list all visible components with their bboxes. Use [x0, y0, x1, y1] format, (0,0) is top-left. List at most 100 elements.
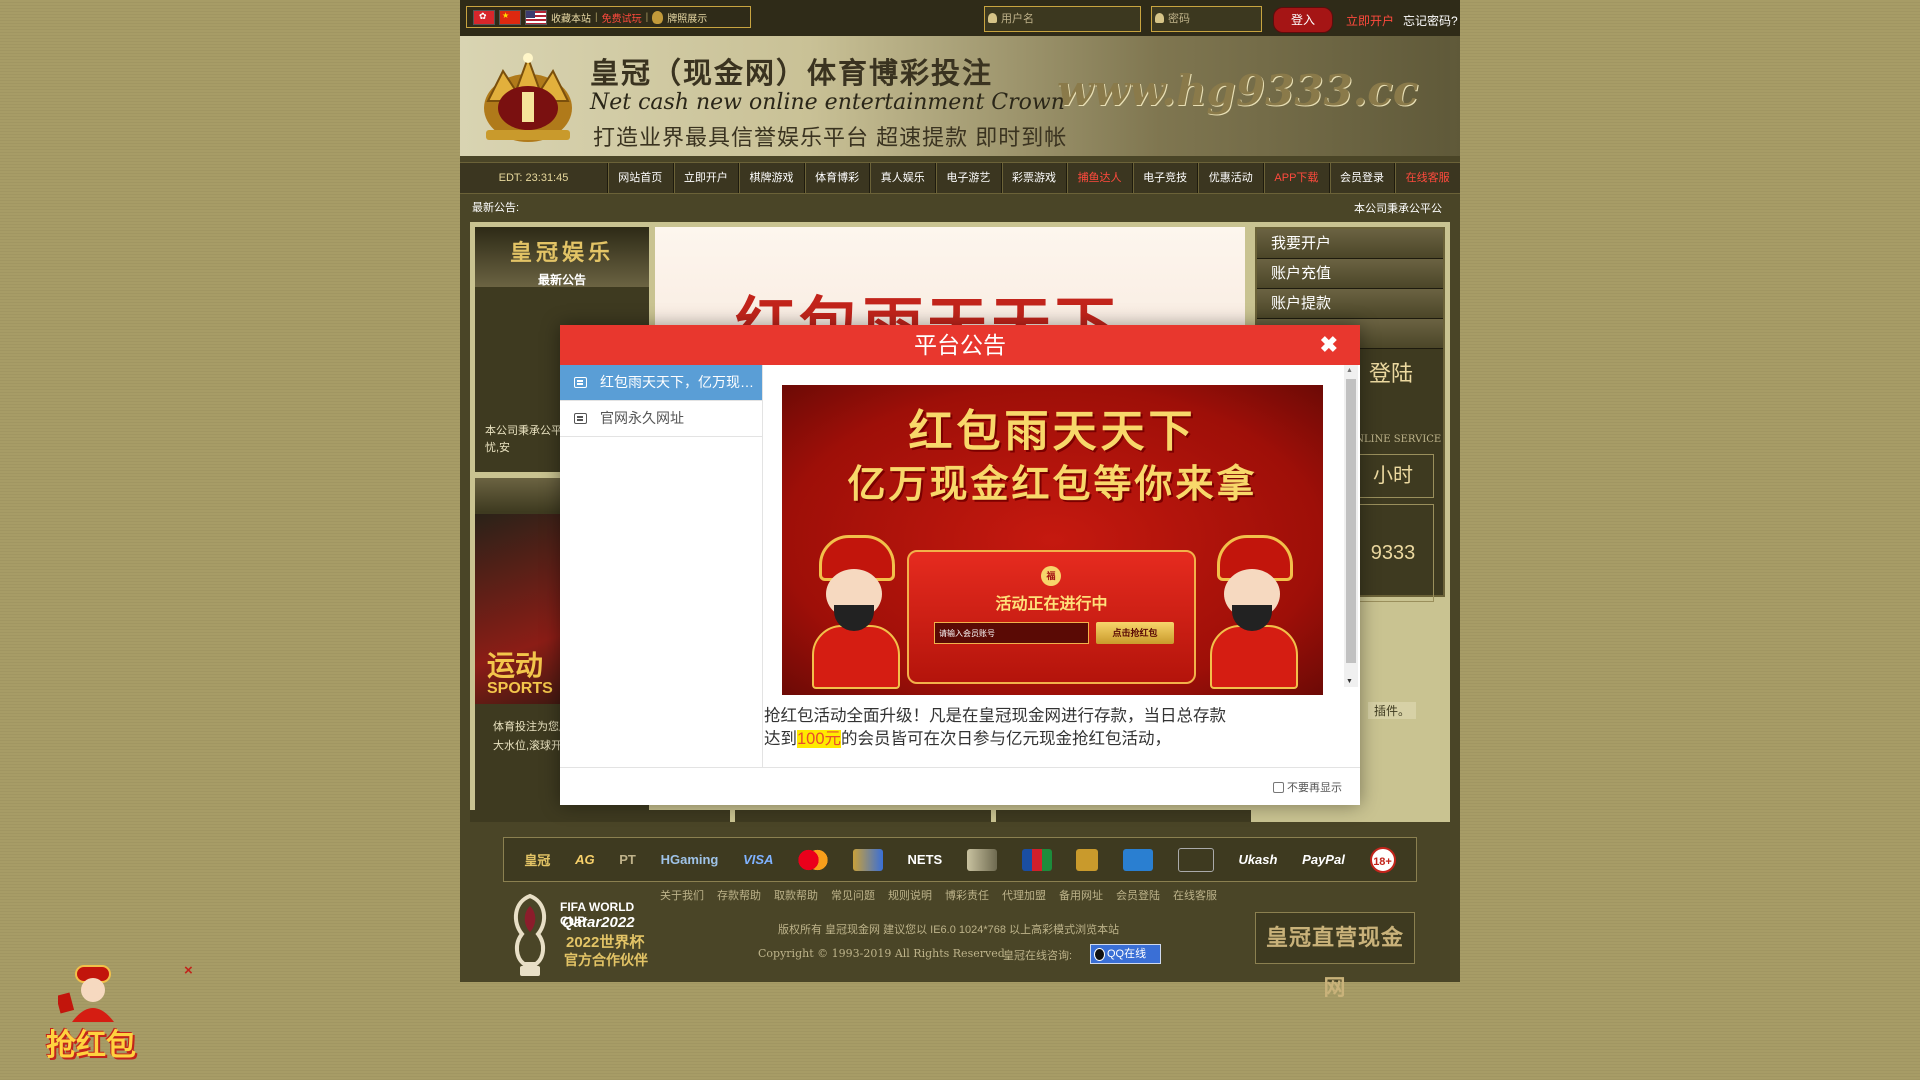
- nav-item[interactable]: 体育博彩: [803, 163, 870, 193]
- username-input[interactable]: 用户名: [984, 6, 1141, 32]
- footer-link[interactable]: 取款帮助: [774, 887, 818, 903]
- forgot-password-link[interactable]: 忘记密码?: [1403, 12, 1458, 29]
- footer-link[interactable]: 会员登陆: [1116, 887, 1160, 903]
- consult-label: 皇冠在线咨询:: [1003, 950, 1073, 962]
- hk-flag-icon[interactable]: [473, 9, 495, 25]
- username-placeholder: 用户名: [1001, 13, 1034, 25]
- footer-tab: [996, 810, 1251, 822]
- password-placeholder: 密码: [1168, 13, 1190, 25]
- nav-item[interactable]: APP下载: [1263, 163, 1329, 193]
- envelope-seal: 福: [1041, 566, 1061, 586]
- copyright-text: 版权所有 皇冠现金网 建议您以 IE6.0 1024*768 以上高彩模式浏览本…: [778, 924, 1120, 936]
- scroll-up-icon[interactable]: ▲: [1346, 367, 1353, 374]
- register-link[interactable]: 立即开户: [1346, 12, 1394, 29]
- payment-paypal: PayPal: [1302, 852, 1345, 867]
- separator: |: [645, 11, 649, 23]
- nav-item[interactable]: 电子竞技: [1131, 163, 1198, 193]
- us-flag-icon[interactable]: [525, 9, 547, 25]
- fortune-god-icon: [1202, 535, 1302, 689]
- age-18-icon: 18+: [1369, 846, 1396, 873]
- close-icon[interactable]: ✖: [1320, 331, 1338, 359]
- nav-item[interactable]: 在线客服: [1394, 163, 1460, 193]
- dont-show-checkbox[interactable]: [1273, 781, 1284, 793]
- footer-link[interactable]: 备用网址: [1059, 887, 1103, 903]
- footer-links: 关于我们 存款帮助 取款帮助 常见问题 规则说明 博彩责任 代理加盟 备用网址 会员登陆 在线客服: [660, 887, 1217, 903]
- announcement-subtitle: 最新公告: [537, 273, 586, 287]
- header-banner: 皇冠（现金网）体育博彩投注 Net cash new online entert…: [460, 36, 1460, 156]
- nav-item[interactable]: 电子游艺: [935, 163, 1001, 193]
- promo-account-input[interactable]: 请输入会员账号: [934, 622, 1089, 644]
- modal-text-after: 的会员皆可在次日参与亿元现金抢红包活动，: [841, 730, 1172, 748]
- brand-subtitle: Net cash new online entertainment Crown: [590, 90, 1065, 115]
- nav-item[interactable]: 真人娱乐: [869, 163, 935, 193]
- grab-red-envelope-button[interactable]: 点击抢红包: [1096, 622, 1174, 644]
- nav-item[interactable]: 优惠活动: [1197, 163, 1263, 193]
- payment-ukash: Ukash: [1238, 852, 1278, 867]
- float-widget-text: 抢红包: [46, 1028, 136, 1063]
- announcement-modal: 平台公告 ✖ 红包雨天天下，亿万现金红包等你来拿 官网永久网址 红包雨天天下 亿…: [560, 325, 1360, 805]
- sports-title-cn: 运动: [487, 649, 544, 682]
- nav-item[interactable]: 会员登录: [1328, 163, 1395, 193]
- favorite-link[interactable]: 收藏本站: [551, 10, 591, 25]
- dont-show-label: 不要再显示: [1287, 782, 1342, 794]
- nav-item[interactable]: 网站首页: [607, 163, 673, 193]
- payment-nets: NETS: [907, 852, 943, 867]
- open-account-link[interactable]: 我要开户: [1257, 229, 1443, 259]
- withdraw-link[interactable]: 账户提款: [1257, 289, 1443, 319]
- amex-icon: [1123, 848, 1154, 871]
- grab-red-envelope-widget[interactable]: 抢红包: [18, 962, 188, 1072]
- brand-title: 皇冠（现金网）体育博彩投注: [590, 56, 994, 90]
- password-input[interactable]: 密码: [1151, 6, 1262, 32]
- footer-link[interactable]: 规则说明: [888, 887, 932, 903]
- modal-list-item-title: 红包雨天天下，亿万现金红包等你来拿: [600, 374, 762, 390]
- modal-text: 抢红包活动全面升级！凡是在皇冠现金网进行存款，当日总存款达到100元的会员皆可在…: [764, 705, 1239, 751]
- nav-item[interactable]: 立即开户: [672, 163, 739, 193]
- scrollbar-thumb[interactable]: [1346, 379, 1356, 663]
- modal-list-item[interactable]: 红包雨天天下，亿万现金红包等你来拿: [560, 365, 762, 401]
- footer-brand: 皇冠直营现金网: [1255, 912, 1415, 1000]
- login-button[interactable]: 登入: [1273, 7, 1333, 33]
- close-icon[interactable]: ×: [184, 962, 193, 979]
- free-trial-link[interactable]: 免费试玩: [602, 10, 642, 25]
- notice-label: 最新公告:: [472, 202, 520, 214]
- document-icon: [574, 413, 587, 424]
- fortune-god-icon: [804, 535, 904, 689]
- mastercard-icon: [798, 848, 829, 871]
- separator: |: [595, 11, 598, 23]
- qq-penguin-icon: [1094, 947, 1105, 961]
- greenpay-icon: [966, 848, 997, 871]
- language-box: 收藏本站 | 免费试玩 | 牌照展示: [466, 6, 751, 28]
- cup-icon: [852, 848, 883, 871]
- scroll-down-icon[interactable]: ▼: [1346, 678, 1353, 685]
- footer-link[interactable]: 存款帮助: [717, 887, 761, 903]
- modal-scrollbar[interactable]: ▲ ▼: [1344, 365, 1358, 687]
- license-link[interactable]: 牌照展示: [667, 10, 707, 25]
- modal-body: 红包雨天天下 亿万现金红包等你来拿 福 活动正在进行中 请输入会员账号 点击抢红…: [762, 365, 1360, 767]
- footer-link[interactable]: 博彩责任: [945, 887, 989, 903]
- modal-list-item-title: 官网永久网址: [600, 410, 684, 426]
- modal-list-item[interactable]: 官网永久网址: [560, 401, 762, 437]
- nav-item[interactable]: 捕鱼达人: [1066, 163, 1132, 193]
- qq-online-button[interactable]: QQ在线: [1090, 944, 1161, 964]
- footer-link[interactable]: 代理加盟: [1002, 887, 1046, 903]
- dont-show-again[interactable]: 不要再显示: [1273, 779, 1342, 795]
- cn-flag-icon[interactable]: [499, 9, 521, 25]
- footer-link[interactable]: 常见问题: [831, 887, 875, 903]
- payment-pt: PT: [619, 852, 636, 867]
- payment-visa: VISA: [743, 852, 774, 867]
- nav-item[interactable]: 彩票游戏: [1000, 163, 1067, 193]
- promo-line1: 红包雨天天下: [908, 406, 1197, 457]
- nav-item[interactable]: 棋牌游戏: [738, 163, 804, 193]
- red-envelope: 福 活动正在进行中 请输入会员账号 点击抢红包: [907, 550, 1196, 684]
- user-icon: [988, 13, 997, 23]
- payment-hgaming: HGaming: [660, 852, 719, 867]
- footer-link[interactable]: 关于我们: [660, 887, 704, 903]
- plugin-note: 插件。: [1368, 702, 1417, 719]
- document-icon: [574, 377, 587, 388]
- footer-link[interactable]: 在线客服: [1173, 887, 1217, 903]
- deposit-link[interactable]: 账户充值: [1257, 259, 1443, 289]
- footer-tab: [470, 810, 730, 822]
- mobile-icon: [1177, 847, 1214, 872]
- red-envelope-promo-image[interactable]: 红包雨天天下 亿万现金红包等你来拿 福 活动正在进行中 请输入会员账号 点击抢红…: [782, 385, 1323, 695]
- top-bar: 收藏本站 | 免费试玩 | 牌照展示 用户名 密码 登入 立即开户 忘记密码?: [460, 0, 1460, 36]
